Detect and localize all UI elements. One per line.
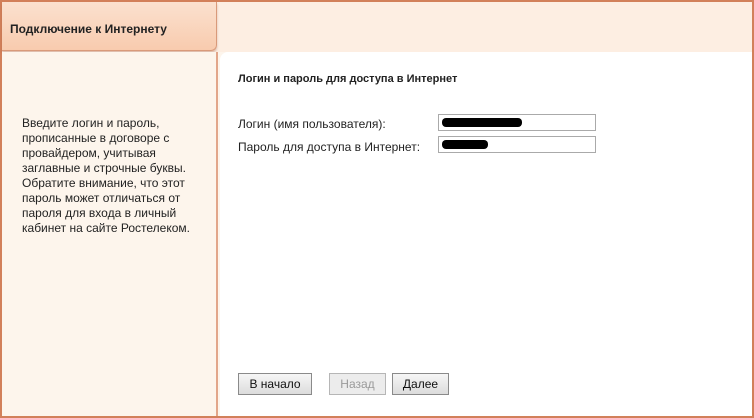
back-button[interactable]: Назад — [329, 373, 386, 395]
main-panel: Логин и пароль для доступа в Интернет Ло… — [220, 52, 752, 416]
wizard-window: Подключение к Интернету Введите логин и … — [0, 0, 754, 418]
password-redaction — [442, 140, 488, 149]
login-redaction — [442, 118, 522, 127]
help-text: Введите логин и пароль, прописанные в до… — [22, 116, 190, 235]
login-field[interactable] — [438, 114, 596, 131]
password-label: Пароль для доступа в Интернет: — [238, 140, 421, 154]
password-field[interactable] — [438, 136, 596, 153]
login-label: Логин (имя пользователя): — [238, 117, 386, 131]
start-button[interactable]: В начало — [238, 373, 312, 395]
next-button[interactable]: Далее — [392, 373, 449, 395]
section-title: Логин и пароль для доступа в Интернет — [238, 73, 458, 85]
help-panel: Введите логин и пароль, прописанные в до… — [2, 52, 218, 416]
page-title: Подключение к Интернету — [10, 22, 167, 36]
title-tab: Подключение к Интернету — [2, 2, 217, 51]
